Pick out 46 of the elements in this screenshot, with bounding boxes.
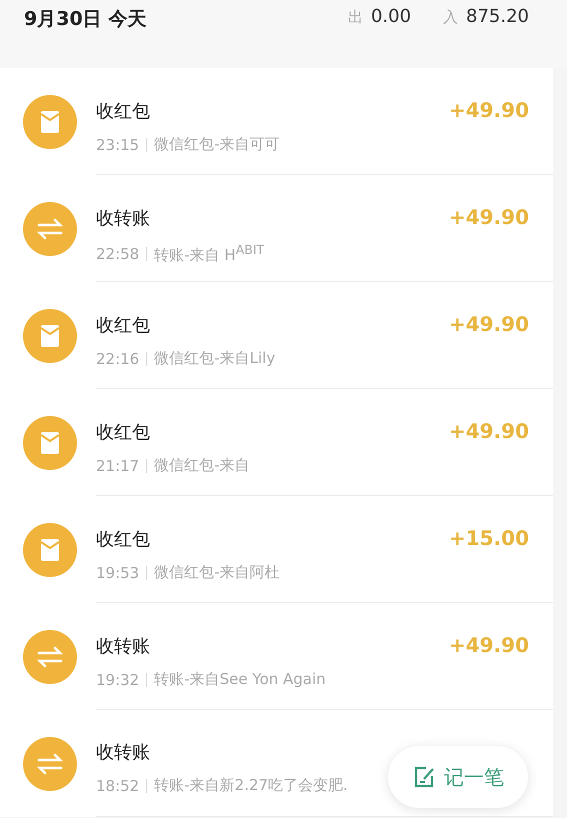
record-row[interactable]: 收红包 +49.90 23:15 微信红包-来自可可: [0, 68, 553, 175]
record-amount: +49.90: [448, 98, 529, 122]
record-title: 收转账: [96, 635, 150, 658]
record-title: 收红包: [96, 314, 150, 337]
expense-label: 出: [348, 8, 363, 27]
record-title: 收红包: [96, 100, 150, 123]
transfer-icon: [23, 630, 77, 684]
envelope-icon: [23, 416, 77, 470]
envelope-icon: [23, 308, 77, 362]
record-detail: 微信红包-来自可可: [154, 135, 280, 154]
record-amount: +15.00: [448, 526, 529, 550]
record-row[interactable]: 收转账 +49.90 22:58 转账-来自 H$^{ABIT}$: [0, 175, 553, 282]
record-amount: +49.90: [448, 205, 529, 229]
record-title: 收红包: [96, 528, 150, 551]
record-title: 收转账: [96, 207, 150, 230]
record-detail: 微信红包-来自Lily: [154, 349, 276, 368]
record-title: 收红包: [96, 421, 150, 444]
record-detail: 微信红包-来自: [154, 456, 250, 475]
edit-icon: [412, 765, 436, 789]
record-amount: +49.90: [448, 312, 529, 336]
envelope-icon: [23, 94, 77, 148]
transfer-icon: [23, 736, 77, 790]
income-label: 入: [443, 8, 458, 27]
record-row[interactable]: 收红包 +49.90 21:17 微信红包-来自: [0, 389, 553, 496]
record-time: 19:32: [96, 670, 140, 688]
record-amount: +49.90: [448, 633, 529, 657]
record-time: 23:15: [96, 136, 140, 154]
record-time: 22:58: [96, 244, 140, 262]
record-detail: 微信红包-来自阿杜: [154, 563, 280, 582]
record-detail: 转账-来自 H$^{ABIT}$: [154, 242, 264, 265]
record-detail: 转账-来自新2.27吃了会变肥.: [154, 776, 348, 795]
record-row[interactable]: 收红包 +15.00 19:53 微信红包-来自阿杜: [0, 496, 553, 603]
record-title: 收转账: [96, 741, 150, 764]
record-row[interactable]: 收转账 +49.90 19:32 转账-来自See Yon Again: [0, 603, 553, 710]
income-amount: 875.20: [466, 6, 529, 27]
record-time: 19:53: [96, 564, 140, 582]
record-row[interactable]: 收红包 +49.90 22:16 微信红包-来自Lily: [0, 282, 553, 389]
envelope-icon: [23, 522, 77, 576]
record-time: 18:52: [96, 776, 140, 794]
record-amount: +49.90: [448, 419, 529, 443]
record-time: 21:17: [96, 456, 140, 474]
record-time: 22:16: [96, 350, 140, 368]
transfer-icon: [23, 202, 77, 256]
expense-amount: 0.00: [370, 6, 412, 27]
record-detail: 转账-来自See Yon Again: [154, 670, 326, 689]
date-label: 9月30日 今天: [24, 7, 146, 32]
